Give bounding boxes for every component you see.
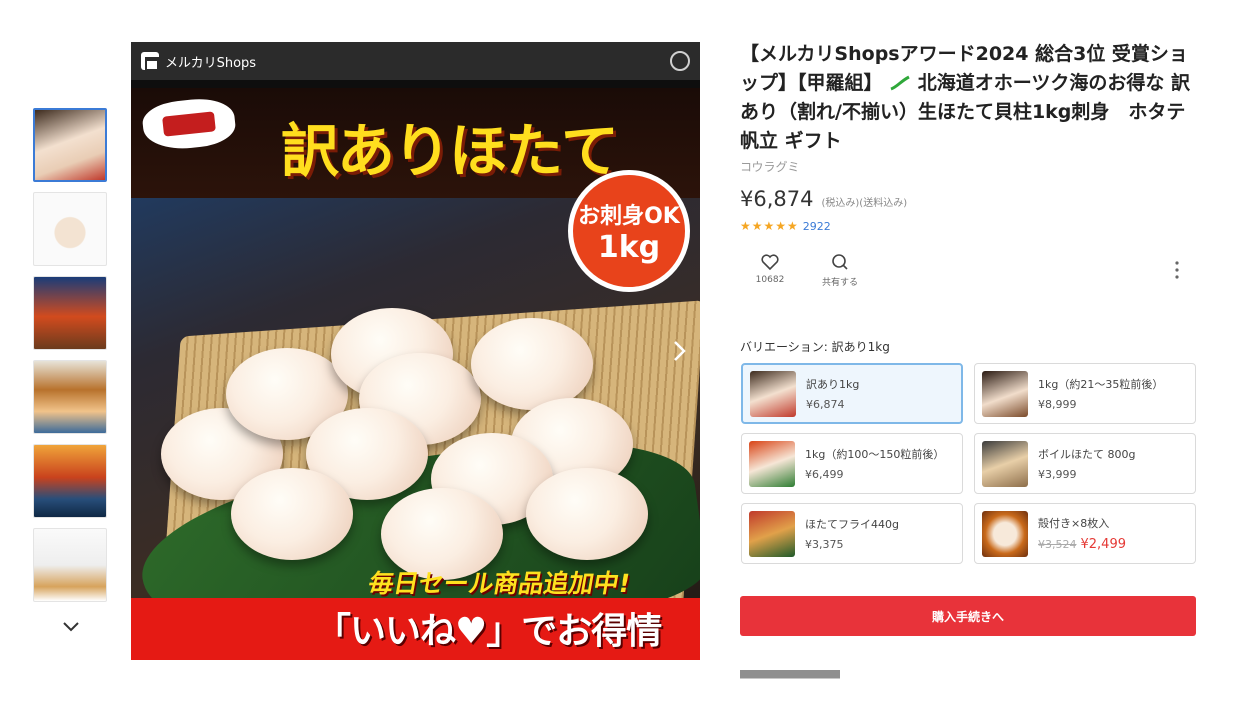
share-button[interactable]: 共有する [810, 253, 870, 288]
variation-thumbnail [982, 370, 1028, 417]
shops-logo-icon [141, 52, 159, 71]
variation-option[interactable]: ボイルほたて 800g ¥3,999 [974, 433, 1196, 494]
variation-thumbnail [750, 370, 796, 417]
thumbnail-2[interactable] [33, 192, 107, 266]
product-price: ¥6,874 [740, 187, 814, 211]
tax-note: (税込み)(送料込み) [821, 198, 908, 209]
rating-row[interactable]: ★★★★★ 2922 [740, 219, 1196, 233]
thumbnail-5[interactable] [33, 444, 107, 518]
action-row: 10682 共有する [740, 253, 1196, 293]
thumbnail-6[interactable] [33, 528, 107, 602]
sashimi-ok-badge: お刺身OK 1kg [568, 170, 690, 292]
section-heading-cut [740, 670, 840, 684]
thumbnail-4[interactable] [33, 360, 107, 434]
share-icon [832, 254, 848, 270]
price-row: ¥6,874 (税込み)(送料込み) [740, 187, 1196, 211]
next-image-arrow-icon[interactable] [669, 338, 689, 364]
product-info: 【メルカリShopsアワード2024 総合3位 受賞ショップ】【甲羅組】 北海道… [740, 40, 1205, 293]
more-options-icon[interactable] [1172, 259, 1182, 281]
hokkaido-flag-icon [890, 75, 910, 91]
chevron-down-icon[interactable] [60, 615, 82, 637]
purchase-button[interactable]: 購入手続きへ [740, 596, 1196, 636]
main-product-image: メルカリShops 訳ありほたて お刺身OK 1kg 毎日セール商品追加中! 「… [131, 42, 700, 660]
shops-header-bar: メルカリShops [131, 42, 700, 80]
shops-bar-label: メルカリShops [165, 55, 257, 71]
variation-thumbnail [749, 510, 795, 557]
variation-option[interactable]: 1kg（約100〜150粒前後） ¥6,499 [741, 433, 963, 494]
variation-thumbnail [982, 510, 1028, 557]
info-icon[interactable] [670, 51, 690, 71]
variation-option[interactable]: 訳あり1kg ¥6,874 [741, 363, 963, 424]
variation-thumbnail [749, 440, 795, 487]
review-count[interactable]: 2922 [803, 220, 831, 233]
image-banner-title: 訳ありほたて [281, 117, 619, 185]
thumbnail-list [33, 108, 109, 612]
thumbnail-1[interactable] [33, 108, 107, 182]
shop-name[interactable]: コウラグミ [740, 158, 1196, 175]
sale-promo-text: 毎日セール商品追加中! [366, 569, 633, 598]
heart-icon [761, 254, 779, 271]
star-rating: ★★★★★ [740, 219, 799, 233]
share-label: 共有する [821, 278, 858, 288]
like-button[interactable]: 10682 [740, 253, 800, 285]
variation-option[interactable]: 殻付き×8枚入 ¥3,524 ¥2,499 [974, 503, 1196, 564]
variation-option[interactable]: 1kg（約21〜35粒前後） ¥8,999 [974, 363, 1196, 424]
like-count: 10682 [755, 275, 785, 285]
thumbnail-3[interactable] [33, 276, 107, 350]
variation-label: バリエーション: 訳あり1kg [740, 340, 890, 354]
variation-option[interactable]: ほたてフライ440g ¥3,375 [741, 503, 963, 564]
product-title: 【メルカリShopsアワード2024 総合3位 受賞ショップ】【甲羅組】 北海道… [740, 43, 1205, 152]
like-promo-text: 「いいね♥」でお得情報! [315, 611, 662, 652]
variation-thumbnail [982, 440, 1028, 487]
